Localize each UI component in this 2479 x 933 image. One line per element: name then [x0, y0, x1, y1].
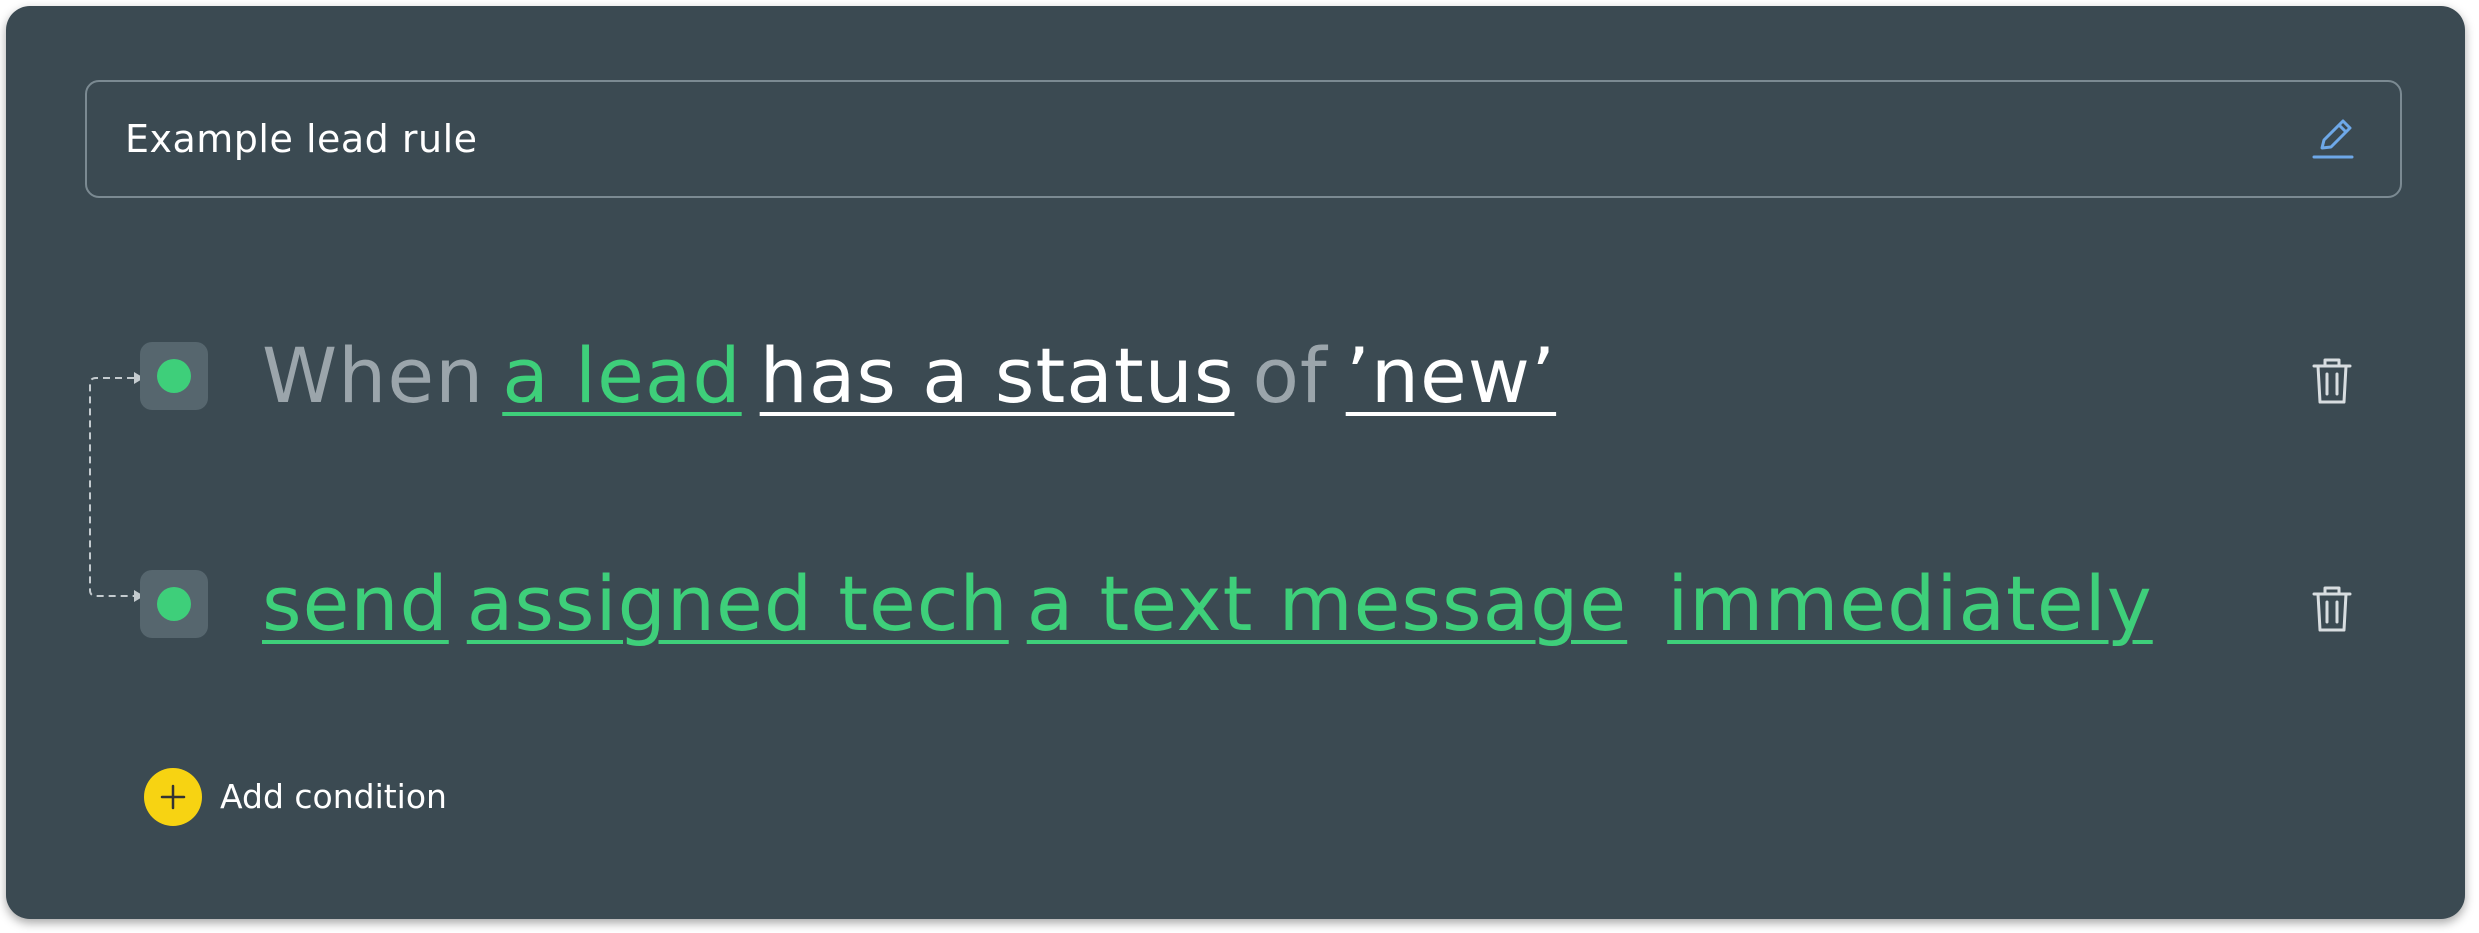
add-condition-label: Add condition: [220, 777, 447, 816]
rule-title: Example lead rule: [125, 117, 478, 161]
trigger-node[interactable]: [140, 342, 208, 410]
action-message-link[interactable]: a text message: [1027, 559, 1627, 648]
trigger-status-dot: [157, 359, 191, 393]
trash-icon[interactable]: [2304, 580, 2360, 636]
trigger-row: When a lead has a status of’new’: [6, 316, 2465, 436]
trigger-condition-link[interactable]: has a status: [760, 331, 1235, 420]
add-condition-circle: [144, 768, 202, 826]
trash-icon[interactable]: [2304, 352, 2360, 408]
trigger-value-link[interactable]: ’new’: [1346, 331, 1556, 420]
action-timing-link[interactable]: immediately: [1667, 559, 2153, 648]
action-recipient-link[interactable]: assigned tech: [467, 559, 1009, 648]
trigger-subject-link[interactable]: a lead: [502, 331, 741, 420]
pencil-icon[interactable]: [2308, 114, 2358, 164]
plus-icon: [160, 784, 186, 810]
rule-title-field[interactable]: Example lead rule: [85, 80, 2402, 198]
trigger-sentence: When a lead has a status of’new’: [262, 316, 1574, 436]
action-sentence: send assigned tech a text message immediate…: [262, 544, 2171, 664]
action-status-dot: [157, 587, 191, 621]
action-row: send assigned tech a text message immediate…: [6, 544, 2465, 664]
trigger-of-text: of: [1252, 331, 1328, 420]
action-node[interactable]: [140, 570, 208, 638]
trigger-when-text: When: [262, 331, 485, 420]
action-verb-link[interactable]: send: [262, 559, 449, 648]
rule-card: Example lead rule When a lead has a status…: [6, 6, 2465, 919]
